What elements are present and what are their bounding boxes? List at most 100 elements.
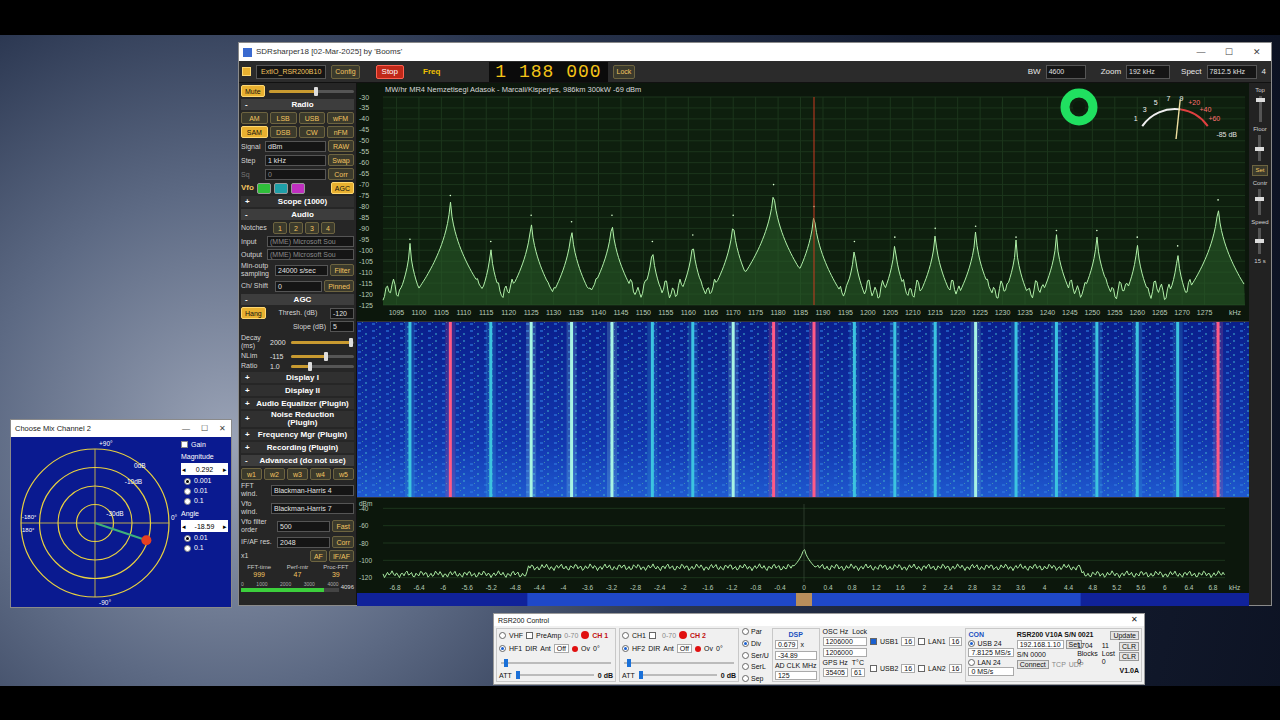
agc-button[interactable]: AGC [331,182,354,194]
polar-plot[interactable]: 0dB-10dB-30dB+90°-90°0°-180°180° [11,437,181,608]
angle-input[interactable]: ◂-18.59▸ [181,520,228,532]
section-header[interactable]: +Scope (1000) [241,196,354,207]
checkbox[interactable] [870,638,877,645]
dropdown[interactable]: 24000 s/sec [275,265,328,276]
vfo-button[interactable] [274,183,288,194]
stop-button[interactable]: Stop [376,65,404,79]
frequency-display[interactable]: 1 188 000 [489,62,607,82]
notch-button[interactable]: 2 [289,222,303,234]
radio-button[interactable] [184,488,191,495]
magnitude-input[interactable]: ◂0.292▸ [181,463,228,475]
dropdown[interactable]: 7812.5 kHz [1207,65,1257,79]
dropdown[interactable]: 5 [330,321,354,332]
connect-button[interactable]: Connect [1017,660,1049,669]
update-button[interactable]: Update [1110,631,1139,640]
checkbox[interactable] [870,665,877,672]
filter-button[interactable]: Filter [330,264,354,276]
volume-slider[interactable] [269,90,354,93]
enable-checkbox[interactable] [242,67,251,76]
radio-button[interactable] [968,640,975,647]
mode-button[interactable]: DSB [270,126,297,138]
section-header[interactable]: +Audio Equalizer (Plugin) [241,398,354,409]
window-button[interactable]: w1 [241,468,262,480]
radio-button[interactable] [742,640,749,647]
notch-button[interactable]: 1 [273,222,287,234]
radio-button[interactable] [622,645,629,652]
mode-button[interactable]: AM [241,112,268,124]
gain-slider[interactable] [624,662,734,664]
mode-button[interactable]: CW [299,126,326,138]
mix-handle[interactable] [141,535,151,545]
window-button[interactable]: w5 [333,468,354,480]
section-header[interactable]: +Recording (Plugin) [241,442,354,453]
set-button[interactable]: Set [1252,165,1267,176]
dropdown[interactable]: 2048 [277,537,330,548]
mode-button[interactable]: SAM [241,126,268,138]
agc-slider[interactable] [291,365,354,368]
agc-slider[interactable] [291,355,354,358]
window-button[interactable]: w4 [310,468,331,480]
checkbox[interactable] [649,632,656,639]
radio-button[interactable] [184,535,191,542]
window-control[interactable]: ✕ [1243,48,1271,57]
window-button[interactable]: w2 [264,468,285,480]
window-control[interactable]: — [1187,48,1215,57]
gain-slider[interactable] [501,662,611,664]
mode-button[interactable]: LSB [270,112,297,124]
notch-button[interactable]: 3 [305,222,319,234]
notch-button[interactable]: 4 [321,222,335,234]
radio-button[interactable] [184,498,191,505]
dropdown[interactable]: 4600 [1046,65,1086,79]
window-control[interactable]: ☐ [195,425,213,433]
zoom-button[interactable]: IF/AF [329,550,354,562]
option-button[interactable]: Swap [328,154,354,166]
dropdown[interactable]: Blackman-Harris 7 [271,503,354,514]
dropdown[interactable]: (MME) Microsoft Sou [267,236,354,247]
pinned-button[interactable]: Pinned [324,280,354,292]
section-header[interactable]: -AGC [241,294,354,305]
clear-button[interactable]: CLR [1119,652,1139,661]
config-button[interactable]: Config [331,65,359,79]
section-header[interactable]: +Frequency Mgr (Plugin) [241,429,354,440]
vfo-button[interactable] [291,183,305,194]
dropdown[interactable]: 0 [265,169,326,180]
vertical-slider[interactable] [1258,189,1261,215]
radio-button[interactable] [184,545,191,552]
radio-button[interactable] [742,663,749,670]
dropdown[interactable]: dBm [265,141,326,152]
section-header[interactable]: -Advanced (do not use) [241,455,354,466]
zoom-button[interactable]: AF [310,550,327,562]
vertical-slider[interactable] [1259,96,1262,122]
dropdown[interactable]: Blackman-Harris 4 [271,485,354,496]
radio-button[interactable] [184,478,191,485]
mode-button[interactable]: USB [299,112,326,124]
radio-button[interactable] [622,632,629,639]
mode-button[interactable]: wFM [327,112,354,124]
checkbox[interactable] [918,665,925,672]
close-button[interactable]: ✕ [1125,616,1144,624]
option-button[interactable]: RAW [328,140,354,152]
dropdown[interactable]: -120 [330,308,354,319]
vertical-slider[interactable] [1258,228,1261,254]
window-control[interactable]: ✕ [213,425,231,433]
lock-button[interactable]: Lock [613,65,636,79]
att-slider[interactable] [639,674,717,676]
corr-button[interactable]: Corr [332,536,354,548]
radio-button[interactable] [742,628,749,635]
radio-button[interactable] [742,652,749,659]
section-header[interactable]: +Display II [241,385,354,396]
agc-slider[interactable] [291,341,354,344]
att-slider[interactable] [516,674,594,676]
section-header[interactable]: -Radio [241,99,354,110]
clear-button[interactable]: CLR [1119,642,1139,651]
radio-button[interactable] [499,645,506,652]
window-button[interactable]: w3 [287,468,308,480]
window-control[interactable]: — [177,425,195,433]
dropdown[interactable]: (MME) Microsoft Sou [267,249,354,260]
dropdown[interactable]: 1 kHz [265,155,326,166]
section-header[interactable]: +Noise Reduction (Plugin) [241,411,354,427]
mode-button[interactable]: nFM [327,126,354,138]
mute-button[interactable]: Mute [241,85,265,97]
section-header[interactable]: +Display I [241,372,354,383]
checkbox[interactable] [918,638,925,645]
